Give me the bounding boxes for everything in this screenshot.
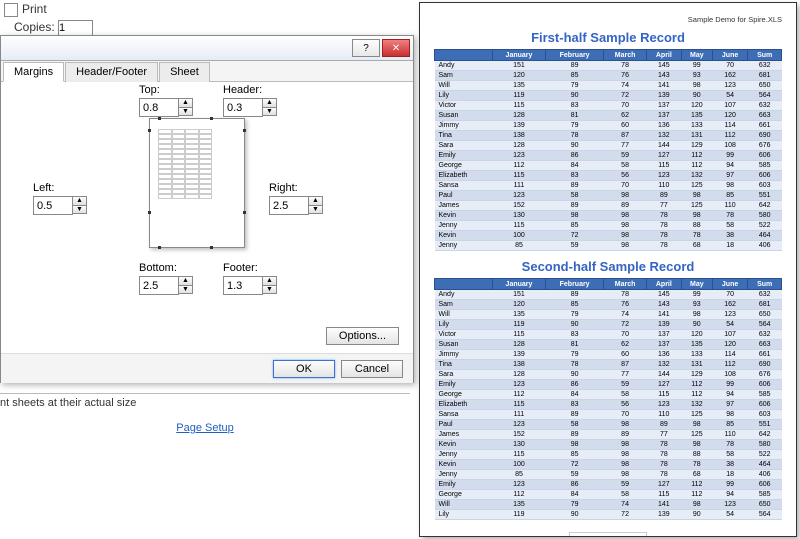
print-preview-page: Sample Demo for Spire.XLS First-half Sam… (419, 2, 797, 537)
copies-label: Copies: (14, 20, 55, 34)
bg-lower-fragment: nt sheets at their actual size Page Setu… (0, 390, 410, 434)
table-row: Will135797414198123650 (435, 81, 782, 91)
table-row: Will135797414198123650 (435, 500, 782, 510)
table-row: Emily123865912711299606 (435, 151, 782, 161)
footer-label: Footer: (223, 262, 277, 274)
table-row: Emily123865912711299606 (435, 480, 782, 490)
right-input[interactable] (269, 196, 309, 215)
printer-icon (4, 3, 18, 17)
left-down[interactable]: ▼ (73, 205, 87, 214)
table-row: Paul1235898899885551 (435, 420, 782, 430)
right-down[interactable]: ▼ (309, 205, 323, 214)
table-row: George112845811511294585 (435, 161, 782, 171)
table-row: George112845811511294585 (435, 390, 782, 400)
table-row: Victor1158370137120107632 (435, 330, 782, 340)
table-row: James152898977125110642 (435, 201, 782, 211)
left-input[interactable] (33, 196, 73, 215)
table-row: Jimmy1397960136133114661 (435, 121, 782, 131)
page-setup-dialog: ? ✕ Margins Header/Footer Sheet Top: ▲▼ … (0, 35, 414, 383)
table-row: Kevin1309898789878580 (435, 440, 782, 450)
margins-panel: Top: ▲▼ Header: ▲▼ Left: ▲▼ Right: ▲▼ Bo… (1, 82, 413, 354)
table-row: Tina1387887132131112690 (435, 131, 782, 141)
ok-button[interactable]: OK (273, 360, 335, 378)
table-row: Paul1235898899885551 (435, 191, 782, 201)
table-row: Susan1288162137135120663 (435, 111, 782, 121)
table2-title: Second-half Sample Record (434, 259, 782, 274)
left-label: Left: (33, 182, 87, 194)
table-row: Jenny1158598788858522 (435, 450, 782, 460)
table-row: Kevin1309898789878580 (435, 211, 782, 221)
table-row: Andy15189781459970632 (435, 61, 782, 71)
bottom-down[interactable]: ▼ (179, 285, 193, 294)
table-row: Lily11990721399054564 (435, 91, 782, 101)
table-row: Kevin1007298787838464 (435, 231, 782, 241)
right-label: Right: (269, 182, 323, 194)
header-down[interactable]: ▼ (263, 107, 277, 116)
table-row: Jenny1158598788858522 (435, 221, 782, 231)
footer-input[interactable] (223, 276, 263, 295)
options-button[interactable]: Options... (326, 327, 399, 345)
table-row: Victor1158370137120107632 (435, 101, 782, 111)
table-row: Jimmy1397960136133114661 (435, 350, 782, 360)
table-row: Emily123865912711299606 (435, 380, 782, 390)
help-button[interactable]: ? (352, 39, 380, 57)
print-label: Print (22, 2, 47, 16)
table-row: George112845811511294585 (435, 490, 782, 500)
table-row: Elizabeth115835612313297606 (435, 400, 782, 410)
preview-header-text: Sample Demo for Spire.XLS (434, 15, 782, 24)
eiceblue-logo: E-ICEBLUE (569, 532, 647, 537)
table-row: Lily11990721399054564 (435, 320, 782, 330)
close-button[interactable]: ✕ (382, 39, 410, 57)
table-row: Sansa111897011012598603 (435, 181, 782, 191)
top-up[interactable]: ▲ (179, 98, 193, 107)
table-row: Sam120857614393162681 (435, 71, 782, 81)
dialog-buttons: OK Cancel (1, 354, 413, 383)
table-row: Jenny855998786818406 (435, 241, 782, 251)
dialog-titlebar: ? ✕ (1, 36, 413, 61)
header-label: Header: (223, 84, 277, 96)
table-row: Sara1289077144129108676 (435, 370, 782, 380)
table-row: Tina1387887132131112690 (435, 360, 782, 370)
header-up[interactable]: ▲ (263, 98, 277, 107)
table-row: Elizabeth115835612313297606 (435, 171, 782, 181)
logo-area: E-ICEBLUE (434, 532, 782, 537)
table2: JanuaryFebruaryMarchAprilMayJuneSumAndy1… (434, 278, 782, 520)
table-row: Sara1289077144129108676 (435, 141, 782, 151)
copies-input[interactable] (58, 20, 93, 36)
table-row: Kevin1007298787838464 (435, 460, 782, 470)
page-setup-link[interactable]: Page Setup (0, 422, 410, 434)
top-down[interactable]: ▼ (179, 107, 193, 116)
header-input[interactable] (223, 98, 263, 117)
table-row: Susan1288162137135120663 (435, 340, 782, 350)
bottom-input[interactable] (139, 276, 179, 295)
print-panel-fragment: Print Copies: (4, 2, 93, 36)
footer-up[interactable]: ▲ (263, 276, 277, 285)
bottom-up[interactable]: ▲ (179, 276, 193, 285)
table-row: Jenny855998786818406 (435, 470, 782, 480)
right-up[interactable]: ▲ (309, 196, 323, 205)
table-row: Andy15189781459970632 (435, 290, 782, 300)
tab-margins[interactable]: Margins (3, 62, 64, 82)
cancel-button[interactable]: Cancel (341, 360, 403, 378)
margin-preview: document.write(Array(14).fill('<div clas… (149, 118, 245, 248)
table-row: Lily11990721399054564 (435, 510, 782, 520)
footer-down[interactable]: ▼ (263, 285, 277, 294)
tab-headerfooter[interactable]: Header/Footer (65, 62, 158, 82)
table1: JanuaryFebruaryMarchAprilMayJuneSumAndy1… (434, 49, 782, 251)
top-label: Top: (139, 84, 193, 96)
table-row: Sam120857614393162681 (435, 300, 782, 310)
left-up[interactable]: ▲ (73, 196, 87, 205)
table-row: Will135797414198123650 (435, 310, 782, 320)
dialog-tabs: Margins Header/Footer Sheet (1, 61, 413, 82)
top-input[interactable] (139, 98, 179, 117)
table-row: Sansa111897011012598603 (435, 410, 782, 420)
table1-title: First-half Sample Record (434, 30, 782, 45)
table-row: James152898977125110642 (435, 430, 782, 440)
bottom-label: Bottom: (139, 262, 193, 274)
tab-sheet[interactable]: Sheet (159, 62, 210, 82)
